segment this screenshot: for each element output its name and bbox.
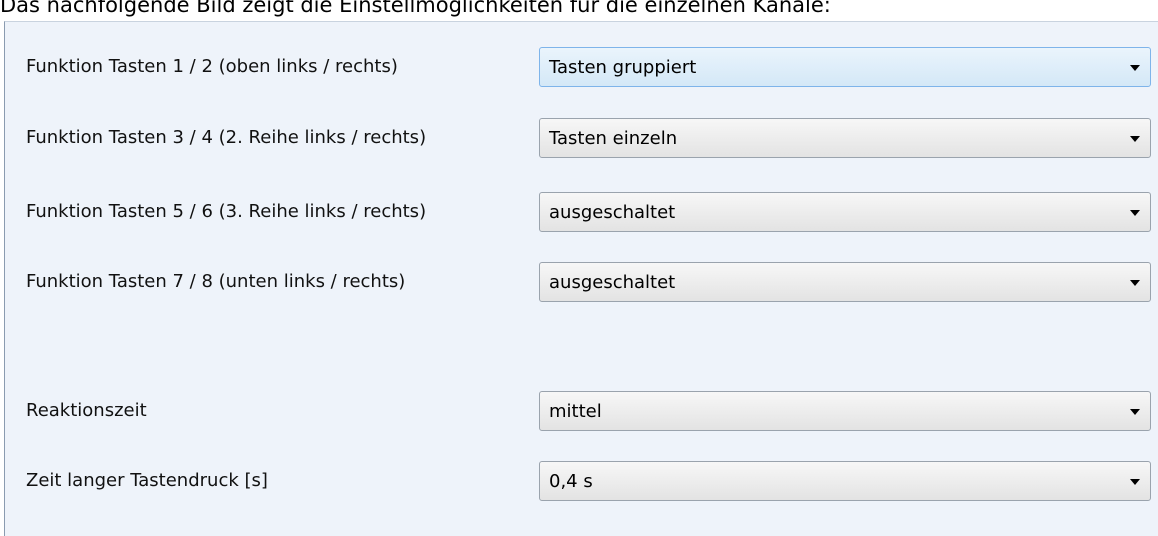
chevron-down-icon (1130, 409, 1140, 415)
setting-label: Funktion Tasten 7 / 8 (unten links / rec… (26, 271, 406, 292)
dropdown-tasten-5-6[interactable]: ausgeschaltet (539, 192, 1151, 232)
dropdown-zeit-langer-tastendruck[interactable]: 0,4 s (539, 461, 1151, 501)
setting-row-tasten-5-6: Funktion Tasten 5 / 6 (3. Reihe links / … (5, 192, 1158, 232)
setting-label: Funktion Tasten 1 / 2 (oben links / rech… (26, 56, 398, 77)
setting-label: Funktion Tasten 5 / 6 (3. Reihe links / … (26, 201, 427, 222)
chevron-down-icon (1130, 65, 1140, 71)
page-caption: Das nachfolgende Bild zeigt die Einstell… (0, 0, 831, 17)
setting-row-tasten-7-8: Funktion Tasten 7 / 8 (unten links / rec… (5, 262, 1158, 302)
setting-row-tasten-3-4: Funktion Tasten 3 / 4 (2. Reihe links / … (5, 118, 1158, 158)
chevron-down-icon (1130, 136, 1140, 142)
chevron-down-icon (1130, 479, 1140, 485)
settings-panel: Funktion Tasten 1 / 2 (oben links / rech… (4, 21, 1158, 536)
dropdown-value: Tasten einzeln (549, 128, 678, 149)
dropdown-value: Tasten gruppiert (549, 57, 697, 78)
setting-label: Reaktionszeit (26, 400, 147, 421)
dropdown-tasten-1-2[interactable]: Tasten gruppiert (539, 47, 1151, 87)
setting-label: Zeit langer Tastendruck [s] (26, 470, 268, 491)
dropdown-value: mittel (549, 401, 602, 422)
setting-label: Funktion Tasten 3 / 4 (2. Reihe links / … (26, 127, 427, 148)
dropdown-value: ausgeschaltet (549, 202, 676, 223)
dropdown-value: ausgeschaltet (549, 272, 676, 293)
chevron-down-icon (1130, 280, 1140, 286)
setting-row-zeit-langer-tastendruck: Zeit langer Tastendruck [s] 0,4 s (5, 461, 1158, 501)
dropdown-reaktionszeit[interactable]: mittel (539, 391, 1151, 431)
dropdown-tasten-3-4[interactable]: Tasten einzeln (539, 118, 1151, 158)
setting-row-reaktionszeit: Reaktionszeit mittel (5, 391, 1158, 431)
setting-row-tasten-1-2: Funktion Tasten 1 / 2 (oben links / rech… (5, 47, 1158, 87)
dropdown-value: 0,4 s (549, 471, 593, 492)
dropdown-tasten-7-8[interactable]: ausgeschaltet (539, 262, 1151, 302)
chevron-down-icon (1130, 210, 1140, 216)
